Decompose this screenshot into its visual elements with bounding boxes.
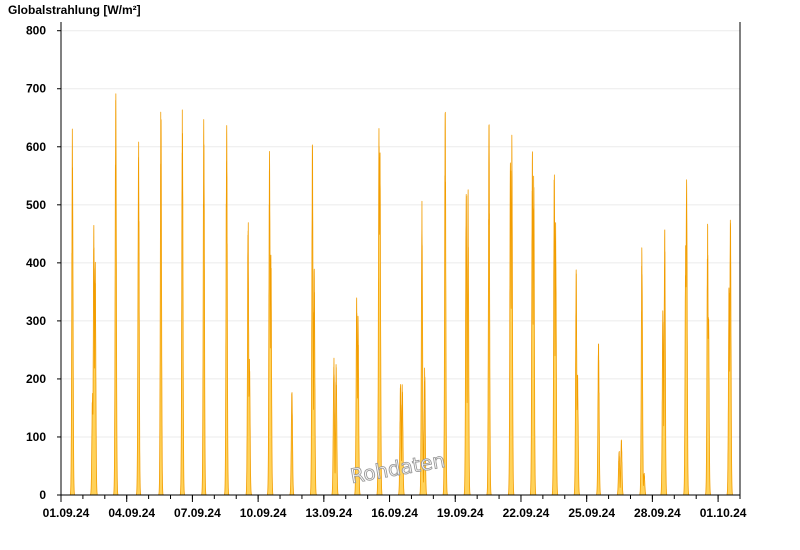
y-tick-label: 100 — [26, 430, 46, 444]
chart-title: Globalstrahlung [W/m²] — [8, 3, 141, 17]
day-2024-10-01 — [723, 219, 737, 496]
day-2024-09-01 — [66, 128, 80, 496]
y-tick-label: 200 — [26, 372, 46, 386]
x-tick-label: 22.09.24 — [503, 506, 550, 520]
x-tick-label: 01.10.24 — [700, 506, 747, 520]
y-tick-label: 400 — [26, 256, 46, 270]
x-tick-label: 07.09.24 — [174, 506, 221, 520]
day-2024-09-12 — [307, 144, 320, 496]
y-tick-label: 500 — [26, 198, 46, 212]
day-2024-09-07 — [198, 119, 211, 496]
day-2024-09-26 — [614, 439, 627, 496]
x-tick-label: 25.09.24 — [568, 506, 615, 520]
grid-layer — [61, 30, 740, 438]
x-tick-label: 13.09.24 — [305, 506, 352, 520]
day-2024-09-25 — [592, 343, 605, 496]
day-2024-09-09 — [242, 222, 255, 496]
x-tick-label: 10.09.24 — [240, 506, 287, 520]
x-tick-label: 28.09.24 — [634, 506, 681, 520]
area-layer — [66, 93, 737, 496]
day-2024-09-05 — [154, 111, 167, 496]
y-tick-label: 600 — [26, 140, 46, 154]
day-2024-09-19 — [461, 189, 474, 496]
y-tick-label: 0 — [39, 488, 46, 502]
day-2024-09-24 — [570, 269, 583, 496]
watermark-label: Rohdaten — [348, 448, 446, 488]
day-2024-09-02 — [88, 224, 101, 496]
day-2024-09-23 — [548, 174, 561, 496]
y-tick-label: 700 — [26, 82, 46, 96]
y-tick-label: 800 — [26, 24, 46, 38]
day-2024-09-15 — [373, 128, 386, 496]
day-2024-09-11 — [285, 392, 299, 496]
day-2024-09-21 — [504, 134, 518, 496]
day-2024-09-30 — [702, 223, 715, 496]
day-2024-09-29 — [680, 179, 693, 496]
y-tick-label: 300 — [26, 314, 46, 328]
day-2024-09-03 — [110, 93, 123, 496]
ticks-layer: 0 100 200 300 400 500 600 700 800 01.09.24 04.09.2… — [26, 24, 747, 520]
x-tick-label: 19.09.24 — [437, 506, 484, 520]
day-2024-09-20 — [482, 124, 496, 496]
day-2024-09-22 — [526, 151, 539, 496]
day-2024-09-18 — [439, 111, 452, 496]
day-2024-09-10 — [263, 151, 277, 496]
chart-container: 0 100 200 300 400 500 600 700 800 01.09.24 04.09.2… — [0, 0, 800, 550]
day-2024-09-08 — [220, 125, 233, 496]
irradiance-chart: 0 100 200 300 400 500 600 700 800 01.09.24 04.09.2… — [8, 3, 747, 520]
day-2024-09-04 — [132, 141, 145, 496]
x-tick-label: 01.09.24 — [43, 506, 90, 520]
day-2024-09-27 — [636, 247, 649, 496]
x-tick-label: 04.09.24 — [108, 506, 155, 520]
x-tick-label: 16.09.24 — [371, 506, 418, 520]
day-2024-09-28 — [658, 229, 671, 496]
